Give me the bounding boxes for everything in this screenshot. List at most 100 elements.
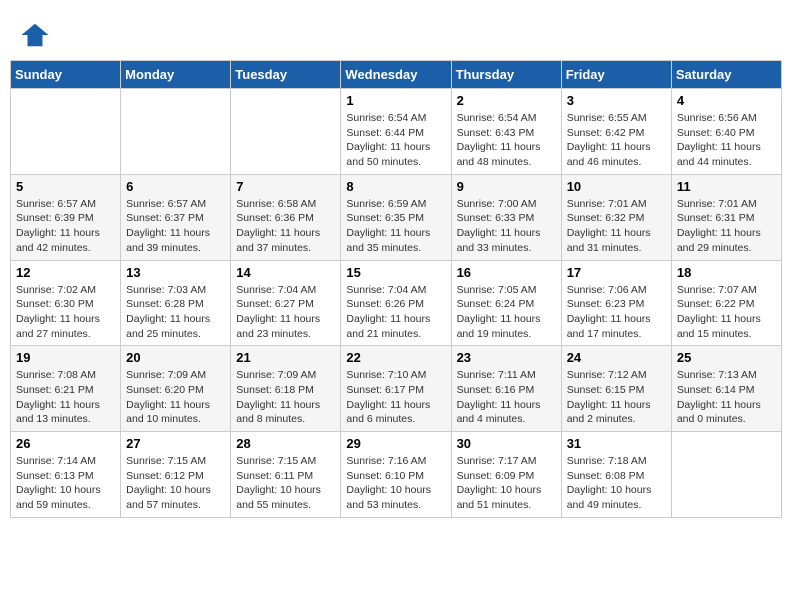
day-info: Sunrise: 7:07 AM Sunset: 6:22 PM Dayligh…	[677, 283, 776, 342]
day-number: 16	[457, 265, 556, 280]
day-info: Sunrise: 7:01 AM Sunset: 6:31 PM Dayligh…	[677, 197, 776, 256]
day-info: Sunrise: 7:00 AM Sunset: 6:33 PM Dayligh…	[457, 197, 556, 256]
day-number: 24	[567, 350, 666, 365]
calendar-week-row: 26 Sunrise: 7:14 AM Sunset: 6:13 PM Dayli…	[11, 432, 782, 518]
calendar-day-15: 15Sunrise: 7:04 AM Sunset: 6:26 PM Dayli…	[341, 260, 451, 346]
calendar-day-1: 1 Sunrise: 6:54 AM Sunset: 6:44 PM Daylig…	[341, 89, 451, 175]
calendar-week-row: 12 Sunrise: 7:02 AM Sunset: 6:30 PM Dayli…	[11, 260, 782, 346]
day-info: Sunrise: 7:03 AM Sunset: 6:28 PM Dayligh…	[126, 283, 225, 342]
calendar-day-20: 20 Sunrise: 7:09 AM Sunset: 6:20 PM Dayli…	[121, 346, 231, 432]
column-header-monday: Monday	[121, 61, 231, 89]
day-info: Sunrise: 7:14 AM Sunset: 6:13 PM Dayligh…	[16, 454, 115, 513]
column-header-tuesday: Tuesday	[231, 61, 341, 89]
calendar-header-row: SundayMondayTuesdayWednesdayThursdayFrid…	[11, 61, 782, 89]
day-number: 1	[346, 93, 445, 108]
day-info: Sunrise: 7:13 AM Sunset: 6:14 PM Dayligh…	[677, 368, 776, 427]
column-header-sunday: Sunday	[11, 61, 121, 89]
calendar-day-10: 10 Sunrise: 7:01 AM Sunset: 6:32 PM Dayli…	[561, 174, 671, 260]
empty-day-cell	[231, 89, 341, 175]
calendar-day-19: 19 Sunrise: 7:08 AM Sunset: 6:21 PM Dayli…	[11, 346, 121, 432]
calendar-day-9: 9Sunrise: 7:00 AM Sunset: 6:33 PM Daylig…	[451, 174, 561, 260]
day-info: Sunrise: 6:54 AM Sunset: 6:44 PM Dayligh…	[346, 111, 445, 170]
day-info: Sunrise: 7:01 AM Sunset: 6:32 PM Dayligh…	[567, 197, 666, 256]
day-info: Sunrise: 6:57 AM Sunset: 6:37 PM Dayligh…	[126, 197, 225, 256]
calendar-day-22: 22 Sunrise: 7:10 AM Sunset: 6:17 PM Dayli…	[341, 346, 451, 432]
calendar-week-row: 19 Sunrise: 7:08 AM Sunset: 6:21 PM Dayli…	[11, 346, 782, 432]
day-number: 25	[677, 350, 776, 365]
day-number: 8	[346, 179, 445, 194]
day-info: Sunrise: 7:09 AM Sunset: 6:20 PM Dayligh…	[126, 368, 225, 427]
column-header-wednesday: Wednesday	[341, 61, 451, 89]
calendar-day-12: 12 Sunrise: 7:02 AM Sunset: 6:30 PM Dayli…	[11, 260, 121, 346]
calendar-day-4: 4 Sunrise: 6:56 AM Sunset: 6:40 PM Daylig…	[671, 89, 781, 175]
calendar-day-21: 21 Sunrise: 7:09 AM Sunset: 6:18 PM Dayli…	[231, 346, 341, 432]
day-info: Sunrise: 7:17 AM Sunset: 6:09 PM Dayligh…	[457, 454, 556, 513]
day-number: 10	[567, 179, 666, 194]
day-info: Sunrise: 7:06 AM Sunset: 6:23 PM Dayligh…	[567, 283, 666, 342]
day-number: 29	[346, 436, 445, 451]
day-info: Sunrise: 6:59 AM Sunset: 6:35 PM Dayligh…	[346, 197, 445, 256]
calendar-day-28: 28Sunrise: 7:15 AM Sunset: 6:11 PM Dayli…	[231, 432, 341, 518]
day-number: 2	[457, 93, 556, 108]
empty-day-cell	[121, 89, 231, 175]
day-info: Sunrise: 7:12 AM Sunset: 6:15 PM Dayligh…	[567, 368, 666, 427]
calendar-day-29: 29 Sunrise: 7:16 AM Sunset: 6:10 PM Dayli…	[341, 432, 451, 518]
day-info: Sunrise: 7:15 AM Sunset: 6:12 PM Dayligh…	[126, 454, 225, 513]
day-number: 30	[457, 436, 556, 451]
day-info: Sunrise: 6:57 AM Sunset: 6:39 PM Dayligh…	[16, 197, 115, 256]
day-number: 15	[346, 265, 445, 280]
day-info: Sunrise: 7:04 AM Sunset: 6:27 PM Dayligh…	[236, 283, 335, 342]
logo-icon	[20, 20, 50, 50]
day-number: 19	[16, 350, 115, 365]
day-info: Sunrise: 7:18 AM Sunset: 6:08 PM Dayligh…	[567, 454, 666, 513]
calendar-day-30: 30 Sunrise: 7:17 AM Sunset: 6:09 PM Dayli…	[451, 432, 561, 518]
empty-day-cell	[671, 432, 781, 518]
column-header-friday: Friday	[561, 61, 671, 89]
day-number: 11	[677, 179, 776, 194]
empty-day-cell	[11, 89, 121, 175]
calendar-day-13: 13 Sunrise: 7:03 AM Sunset: 6:28 PM Dayli…	[121, 260, 231, 346]
day-number: 22	[346, 350, 445, 365]
day-number: 26	[16, 436, 115, 451]
day-info: Sunrise: 7:02 AM Sunset: 6:30 PM Dayligh…	[16, 283, 115, 342]
day-info: Sunrise: 7:10 AM Sunset: 6:17 PM Dayligh…	[346, 368, 445, 427]
calendar-day-31: 31 Sunrise: 7:18 AM Sunset: 6:08 PM Dayli…	[561, 432, 671, 518]
column-header-thursday: Thursday	[451, 61, 561, 89]
day-info: Sunrise: 7:09 AM Sunset: 6:18 PM Dayligh…	[236, 368, 335, 427]
day-number: 20	[126, 350, 225, 365]
calendar-day-8: 8 Sunrise: 6:59 AM Sunset: 6:35 PM Daylig…	[341, 174, 451, 260]
day-number: 12	[16, 265, 115, 280]
calendar-day-16: 16 Sunrise: 7:05 AM Sunset: 6:24 PM Dayli…	[451, 260, 561, 346]
calendar-day-14: 14Sunrise: 7:04 AM Sunset: 6:27 PM Dayli…	[231, 260, 341, 346]
calendar-table: SundayMondayTuesdayWednesdayThursdayFrid…	[10, 60, 782, 518]
calendar-day-26: 26 Sunrise: 7:14 AM Sunset: 6:13 PM Dayli…	[11, 432, 121, 518]
logo	[20, 20, 54, 50]
calendar-day-24: 24 Sunrise: 7:12 AM Sunset: 6:15 PM Dayli…	[561, 346, 671, 432]
calendar-day-7: 7 Sunrise: 6:58 AM Sunset: 6:36 PM Daylig…	[231, 174, 341, 260]
day-info: Sunrise: 7:15 AM Sunset: 6:11 PM Dayligh…	[236, 454, 335, 513]
day-info: Sunrise: 6:58 AM Sunset: 6:36 PM Dayligh…	[236, 197, 335, 256]
day-number: 3	[567, 93, 666, 108]
calendar-day-11: 11 Sunrise: 7:01 AM Sunset: 6:31 PM Dayli…	[671, 174, 781, 260]
day-number: 13	[126, 265, 225, 280]
calendar-day-6: 6 Sunrise: 6:57 AM Sunset: 6:37 PM Daylig…	[121, 174, 231, 260]
column-header-saturday: Saturday	[671, 61, 781, 89]
day-number: 18	[677, 265, 776, 280]
day-info: Sunrise: 7:11 AM Sunset: 6:16 PM Dayligh…	[457, 368, 556, 427]
day-info: Sunrise: 7:05 AM Sunset: 6:24 PM Dayligh…	[457, 283, 556, 342]
calendar-day-25: 25 Sunrise: 7:13 AM Sunset: 6:14 PM Dayli…	[671, 346, 781, 432]
calendar-day-3: 3 Sunrise: 6:55 AM Sunset: 6:42 PM Daylig…	[561, 89, 671, 175]
day-number: 21	[236, 350, 335, 365]
day-number: 6	[126, 179, 225, 194]
day-number: 31	[567, 436, 666, 451]
day-info: Sunrise: 6:56 AM Sunset: 6:40 PM Dayligh…	[677, 111, 776, 170]
day-number: 23	[457, 350, 556, 365]
day-number: 4	[677, 93, 776, 108]
day-info: Sunrise: 6:54 AM Sunset: 6:43 PM Dayligh…	[457, 111, 556, 170]
day-number: 5	[16, 179, 115, 194]
day-info: Sunrise: 6:55 AM Sunset: 6:42 PM Dayligh…	[567, 111, 666, 170]
calendar-week-row: 5 Sunrise: 6:57 AM Sunset: 6:39 PM Daylig…	[11, 174, 782, 260]
day-number: 7	[236, 179, 335, 194]
day-info: Sunrise: 7:08 AM Sunset: 6:21 PM Dayligh…	[16, 368, 115, 427]
day-info: Sunrise: 7:16 AM Sunset: 6:10 PM Dayligh…	[346, 454, 445, 513]
